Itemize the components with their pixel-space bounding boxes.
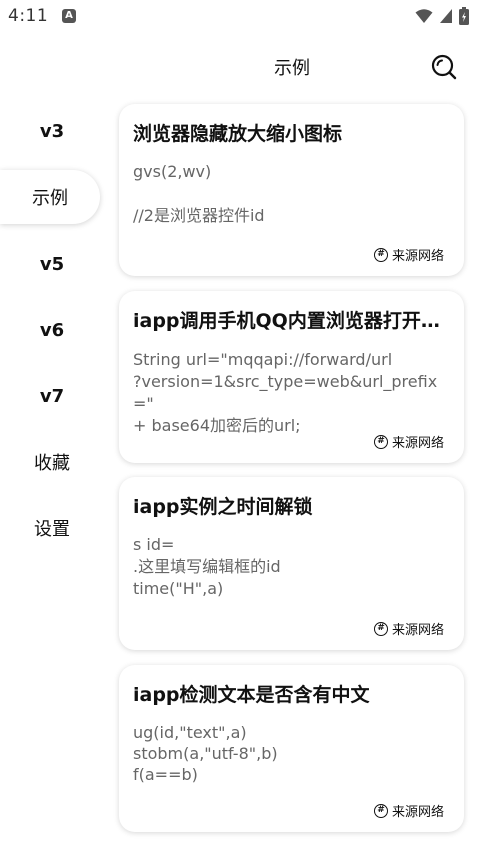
hash-circle-icon: # (373, 434, 388, 449)
sidebar-item-v7[interactable]: v7 (0, 369, 104, 423)
card-code: String url="mqqapi://forward/url ?versio… (133, 350, 438, 435)
card-code: s id= .这里填写编辑框的id time("H",a) (133, 535, 281, 598)
card-title: iapp实例之时间解锁 (133, 496, 313, 518)
card-source: # 来源网络 (373, 619, 444, 638)
search-button[interactable] (426, 49, 462, 85)
card-source: # 来源网络 (373, 432, 444, 451)
example-card[interactable]: iapp调用手机QQ内置浏览器打开链接 String url="mqqapi:/… (119, 291, 464, 463)
card-source: # 来源网络 (373, 801, 444, 820)
sidebar-item-label: v3 (39, 120, 65, 142)
card-source: # 来源网络 (373, 245, 444, 264)
card-source-label: 来源网络 (391, 623, 444, 638)
wifi-icon (415, 9, 433, 23)
card-code: ug(id,"text",a) stobm(a,"utf-8",b) f(a==… (133, 723, 278, 784)
card-source-label: 来源网络 (391, 805, 444, 820)
hash-circle-icon: # (373, 621, 388, 636)
sidebar-item-examples[interactable]: 示例 (0, 170, 100, 224)
page-title: 示例 (274, 58, 310, 79)
example-card[interactable]: iapp实例之时间解锁 s id= .这里填写编辑框的id time("H",a… (119, 477, 464, 650)
status-bar: 4:11 A (0, 0, 477, 34)
notification-icon: A (62, 9, 76, 23)
hash-circle-icon: # (373, 803, 388, 818)
sidebar-item-label: 收藏 (34, 453, 70, 474)
hash-circle-icon: # (373, 247, 388, 262)
card-source-label: 来源网络 (391, 436, 444, 451)
signal-icon (440, 9, 452, 23)
status-icons (415, 7, 469, 25)
example-card[interactable]: iapp检测文本是否含有中文 ug(id,"text",a) stobm(a,"… (119, 665, 464, 832)
sidebar-item-label: v5 (39, 253, 65, 275)
sidebar-item-label: v7 (39, 385, 65, 407)
battery-icon (459, 7, 469, 25)
sidebar-item-label: 示例 (32, 188, 68, 209)
sidebar-item-label: 设置 (34, 519, 70, 540)
app-header: 示例 (0, 40, 477, 90)
status-time: 4:11 (8, 6, 49, 26)
sidebar-item-v3[interactable]: v3 (0, 104, 104, 158)
card-code: gvs(2,wv) //2是浏览器控件id (133, 162, 265, 225)
sidebar-item-settings[interactable]: 设置 (0, 501, 104, 555)
sidebar-item-favorites[interactable]: 收藏 (0, 435, 104, 489)
sidebar-item-v5[interactable]: v5 (0, 237, 104, 291)
sidebar-item-label: v6 (39, 319, 65, 341)
card-title: iapp检测文本是否含有中文 (133, 684, 370, 706)
example-card[interactable]: 浏览器隐藏放大缩小图标 gvs(2,wv) //2是浏览器控件id # 来源网络 (119, 104, 464, 276)
card-title: iapp调用手机QQ内置浏览器打开链接 (133, 310, 451, 332)
card-title: 浏览器隐藏放大缩小图标 (133, 123, 343, 145)
search-icon (431, 54, 457, 80)
card-source-label: 来源网络 (391, 249, 444, 264)
sidebar-item-v6[interactable]: v6 (0, 303, 104, 357)
